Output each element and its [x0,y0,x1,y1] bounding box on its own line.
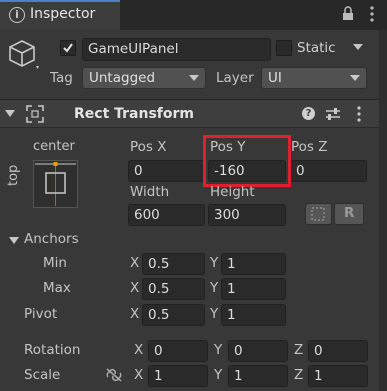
rotation-x-axis: X [134,342,144,358]
scale-z-input[interactable]: 1 [308,365,368,387]
tag-label: Tag [50,70,73,86]
tag-dropdown[interactable]: Untagged [82,67,206,89]
max-x-input[interactable]: 0.5 [142,278,205,300]
help-icon[interactable]: ? [302,107,315,120]
preset-icon[interactable] [325,107,341,121]
pos-x-label: Pos X [130,139,167,155]
layer-dropdown[interactable]: UI [261,67,367,89]
pos-x-input[interactable]: 0 [128,160,205,182]
pivot-y-axis: Y [210,306,219,322]
checkmark-icon [63,43,73,53]
scale-x-axis: X [134,367,144,383]
scale-label: Scale [24,367,61,383]
min-x-axis: X [130,255,140,271]
static-checkbox[interactable] [276,40,292,56]
pivot-x-axis: X [130,306,140,322]
min-y-input[interactable]: 1 [221,253,286,275]
height-input[interactable]: 300 [208,204,286,226]
static-dropdown-caret[interactable] [353,44,363,50]
layer-value: UI [268,70,282,86]
anchor-preset-button[interactable] [33,160,78,208]
rect-transform-icon [26,105,44,123]
info-icon: i [9,7,25,23]
anchor-preset-icon [35,162,76,206]
constrain-proportions-icon[interactable] [104,367,124,383]
max-y-axis: Y [210,280,219,296]
gameobject-icon[interactable] [8,38,40,72]
min-y-axis: Y [210,255,219,271]
component-menu-icon[interactable] [357,106,361,122]
max-y-input[interactable]: 1 [221,278,286,300]
layer-label: Layer [216,70,254,86]
pivot-y-input[interactable]: 1 [221,304,286,326]
pos-y-highlight [203,135,291,187]
rotation-y-input[interactable]: 0 [228,340,288,362]
height-label: Height [210,184,255,200]
scale-y-input[interactable]: 1 [228,365,288,387]
raw-edit-label: R [344,205,355,221]
chevron-down-icon [189,75,199,81]
tab-title: Inspector [30,6,96,22]
more-options-icon[interactable] [370,6,374,22]
rotation-x-input[interactable]: 0 [148,340,208,362]
component-title: Rect Transform [74,106,195,122]
width-label: Width [130,184,170,200]
collapse-arrow-icon[interactable] [5,110,15,117]
max-label: Max [43,280,71,296]
width-input[interactable]: 600 [128,204,205,226]
min-label: Min [43,255,67,271]
max-x-axis: X [130,280,140,296]
scale-y-axis: Y [214,367,223,383]
pivot-label: Pivot [24,306,58,322]
tag-value: Untagged [89,70,156,86]
rotation-y-axis: Y [214,342,223,358]
anchors-collapse-icon[interactable] [9,237,19,244]
blueprint-mode-button[interactable] [305,203,332,225]
anchors-label: Anchors [24,231,79,247]
object-name-input[interactable]: GameUIPanel [82,38,271,61]
pos-z-input[interactable]: 0 [290,160,367,182]
rotation-label: Rotation [24,342,81,358]
pivot-x-input[interactable]: 0.5 [142,304,205,326]
active-checkbox[interactable] [60,40,76,56]
lock-icon[interactable] [342,6,354,20]
chevron-down-icon [350,75,360,81]
rotation-z-input[interactable]: 0 [308,340,368,362]
pos-z-label: Pos Z [291,139,328,155]
static-label: Static [297,40,336,56]
scale-x-input[interactable]: 1 [148,365,208,387]
blueprint-icon [311,207,325,221]
raw-edit-button[interactable]: R [334,203,364,225]
min-x-input[interactable]: 0.5 [142,253,205,275]
tab-inspector[interactable]: i Inspector [0,0,120,30]
rotation-z-axis: Z [294,342,304,358]
anchor-preset-h-label: center [33,139,75,154]
scale-z-axis: Z [294,367,304,383]
scrollbar[interactable] [379,30,387,391]
anchor-preset-v-label: top [6,164,21,186]
